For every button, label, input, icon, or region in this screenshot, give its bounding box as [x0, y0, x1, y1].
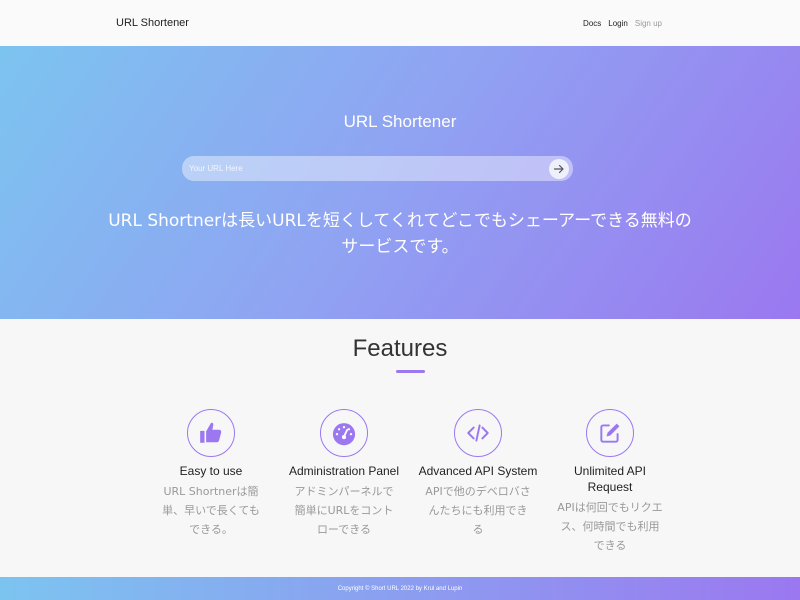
copyright-text: Copyright © Short URL 2022 by Krul and L… — [337, 585, 463, 592]
footer: Copyright © Short URL 2022 by Krul and L… — [0, 577, 800, 600]
feature-advanced-api-system: Advanced API System APIで他のデベロバさんたちにも利用でき… — [418, 409, 538, 539]
title-underline — [396, 370, 425, 373]
login-link[interactable]: Login — [608, 19, 628, 28]
signup-link[interactable]: Sign up — [635, 19, 662, 28]
feature-unlimited-api-request: Unlimited API Request APIは何回でもリクエス、何時間でも… — [550, 409, 670, 555]
navbar: URL Shortener Docs Login Sign up — [0, 0, 800, 46]
feature-administration-panel: Administration Panel アドミンパーネルで簡単にURLをコント… — [284, 409, 404, 539]
feature-description: APIで他のデベロバさんたちにも利用できる — [425, 485, 531, 536]
docs-link[interactable]: Docs — [583, 19, 601, 28]
shorten-button[interactable] — [549, 158, 569, 179]
code-icon — [454, 409, 502, 457]
hero-title: URL Shortener — [343, 112, 457, 131]
feature-name: Unlimited API Request — [573, 464, 647, 494]
feature-description: アドミンパーネルで簡単にURLをコントローできる — [294, 485, 394, 536]
feature-name: Administration Panel — [288, 464, 400, 478]
arrow-right-icon — [553, 164, 564, 173]
brand-link[interactable]: URL Shortener — [116, 17, 189, 29]
url-search-bar — [182, 156, 573, 181]
feature-name: Easy to use — [179, 464, 243, 478]
feature-easy-to-use: Easy to use URL Shortnerは簡単、早いで長くてもできる。 — [151, 409, 271, 539]
features-title: Features — [352, 335, 448, 362]
url-input[interactable] — [189, 164, 549, 173]
hero-section: URL Shortener URL Shortnerは長いURLを短くしてくれて… — [0, 46, 800, 319]
hero-description: URL Shortnerは長いURLを短くしてくれてどこでもシェーアーできる無料… — [108, 211, 692, 257]
feature-name: Advanced API System — [418, 464, 538, 478]
features-section: Features Easy to use URL Shortnerは簡単、早いで… — [0, 319, 800, 576]
feature-description: URL Shortnerは簡単、早いで長くてもできる。 — [162, 485, 260, 536]
edit-icon — [586, 409, 634, 457]
gauge-icon — [320, 409, 368, 457]
feature-description: APIは何回でもリクエス、何時間でも利用できる — [557, 501, 663, 552]
nav-links: Docs Login Sign up — [583, 19, 662, 28]
thumbs-up-icon — [187, 409, 235, 457]
